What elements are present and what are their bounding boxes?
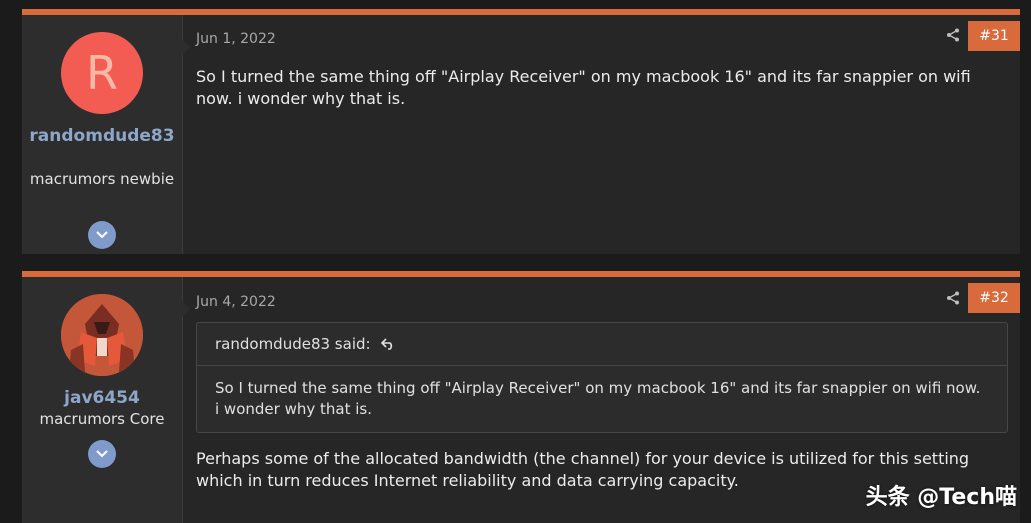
- post-date[interactable]: Jun 4, 2022: [196, 294, 276, 310]
- quote-block: randomdude83 said: So I turned the same …: [196, 322, 1008, 433]
- watermark-text: 头条 @Tech喵: [865, 485, 1017, 510]
- quote-text: So I turned the same thing off "Airplay …: [215, 379, 981, 418]
- chevron-down-icon: [96, 450, 108, 458]
- robot-avatar-icon: [61, 294, 143, 376]
- username-link[interactable]: randomdude83: [28, 125, 176, 147]
- avatar[interactable]: R: [61, 32, 143, 114]
- post-number-link[interactable]: #31: [968, 21, 1020, 51]
- quote-author[interactable]: randomdude83 said:: [215, 335, 371, 353]
- avatar[interactable]: [61, 294, 143, 376]
- user-column: R randomdude83 macrumors newbie: [22, 15, 190, 254]
- post-number-link[interactable]: #32: [968, 283, 1020, 313]
- post-31: R randomdude83 macrumors newbie Jun 1, 2…: [22, 9, 1020, 254]
- post-message: So I turned the same thing off "Airplay …: [196, 67, 971, 108]
- user-title: macrumors Core: [39, 410, 165, 428]
- reply-arrow-icon[interactable]: [381, 338, 395, 350]
- post-date[interactable]: Jun 1, 2022: [196, 31, 276, 47]
- expand-user-button[interactable]: [88, 221, 116, 249]
- share-icon[interactable]: [946, 28, 960, 42]
- share-icon[interactable]: [946, 291, 960, 305]
- user-column: jav6454 macrumors Core: [22, 277, 190, 523]
- quote-header[interactable]: randomdude83 said:: [197, 323, 1007, 366]
- chevron-down-icon: [96, 231, 108, 239]
- username-link[interactable]: jav6454: [28, 387, 176, 409]
- user-title: macrumors newbie: [29, 170, 175, 188]
- expand-user-button[interactable]: [88, 440, 116, 468]
